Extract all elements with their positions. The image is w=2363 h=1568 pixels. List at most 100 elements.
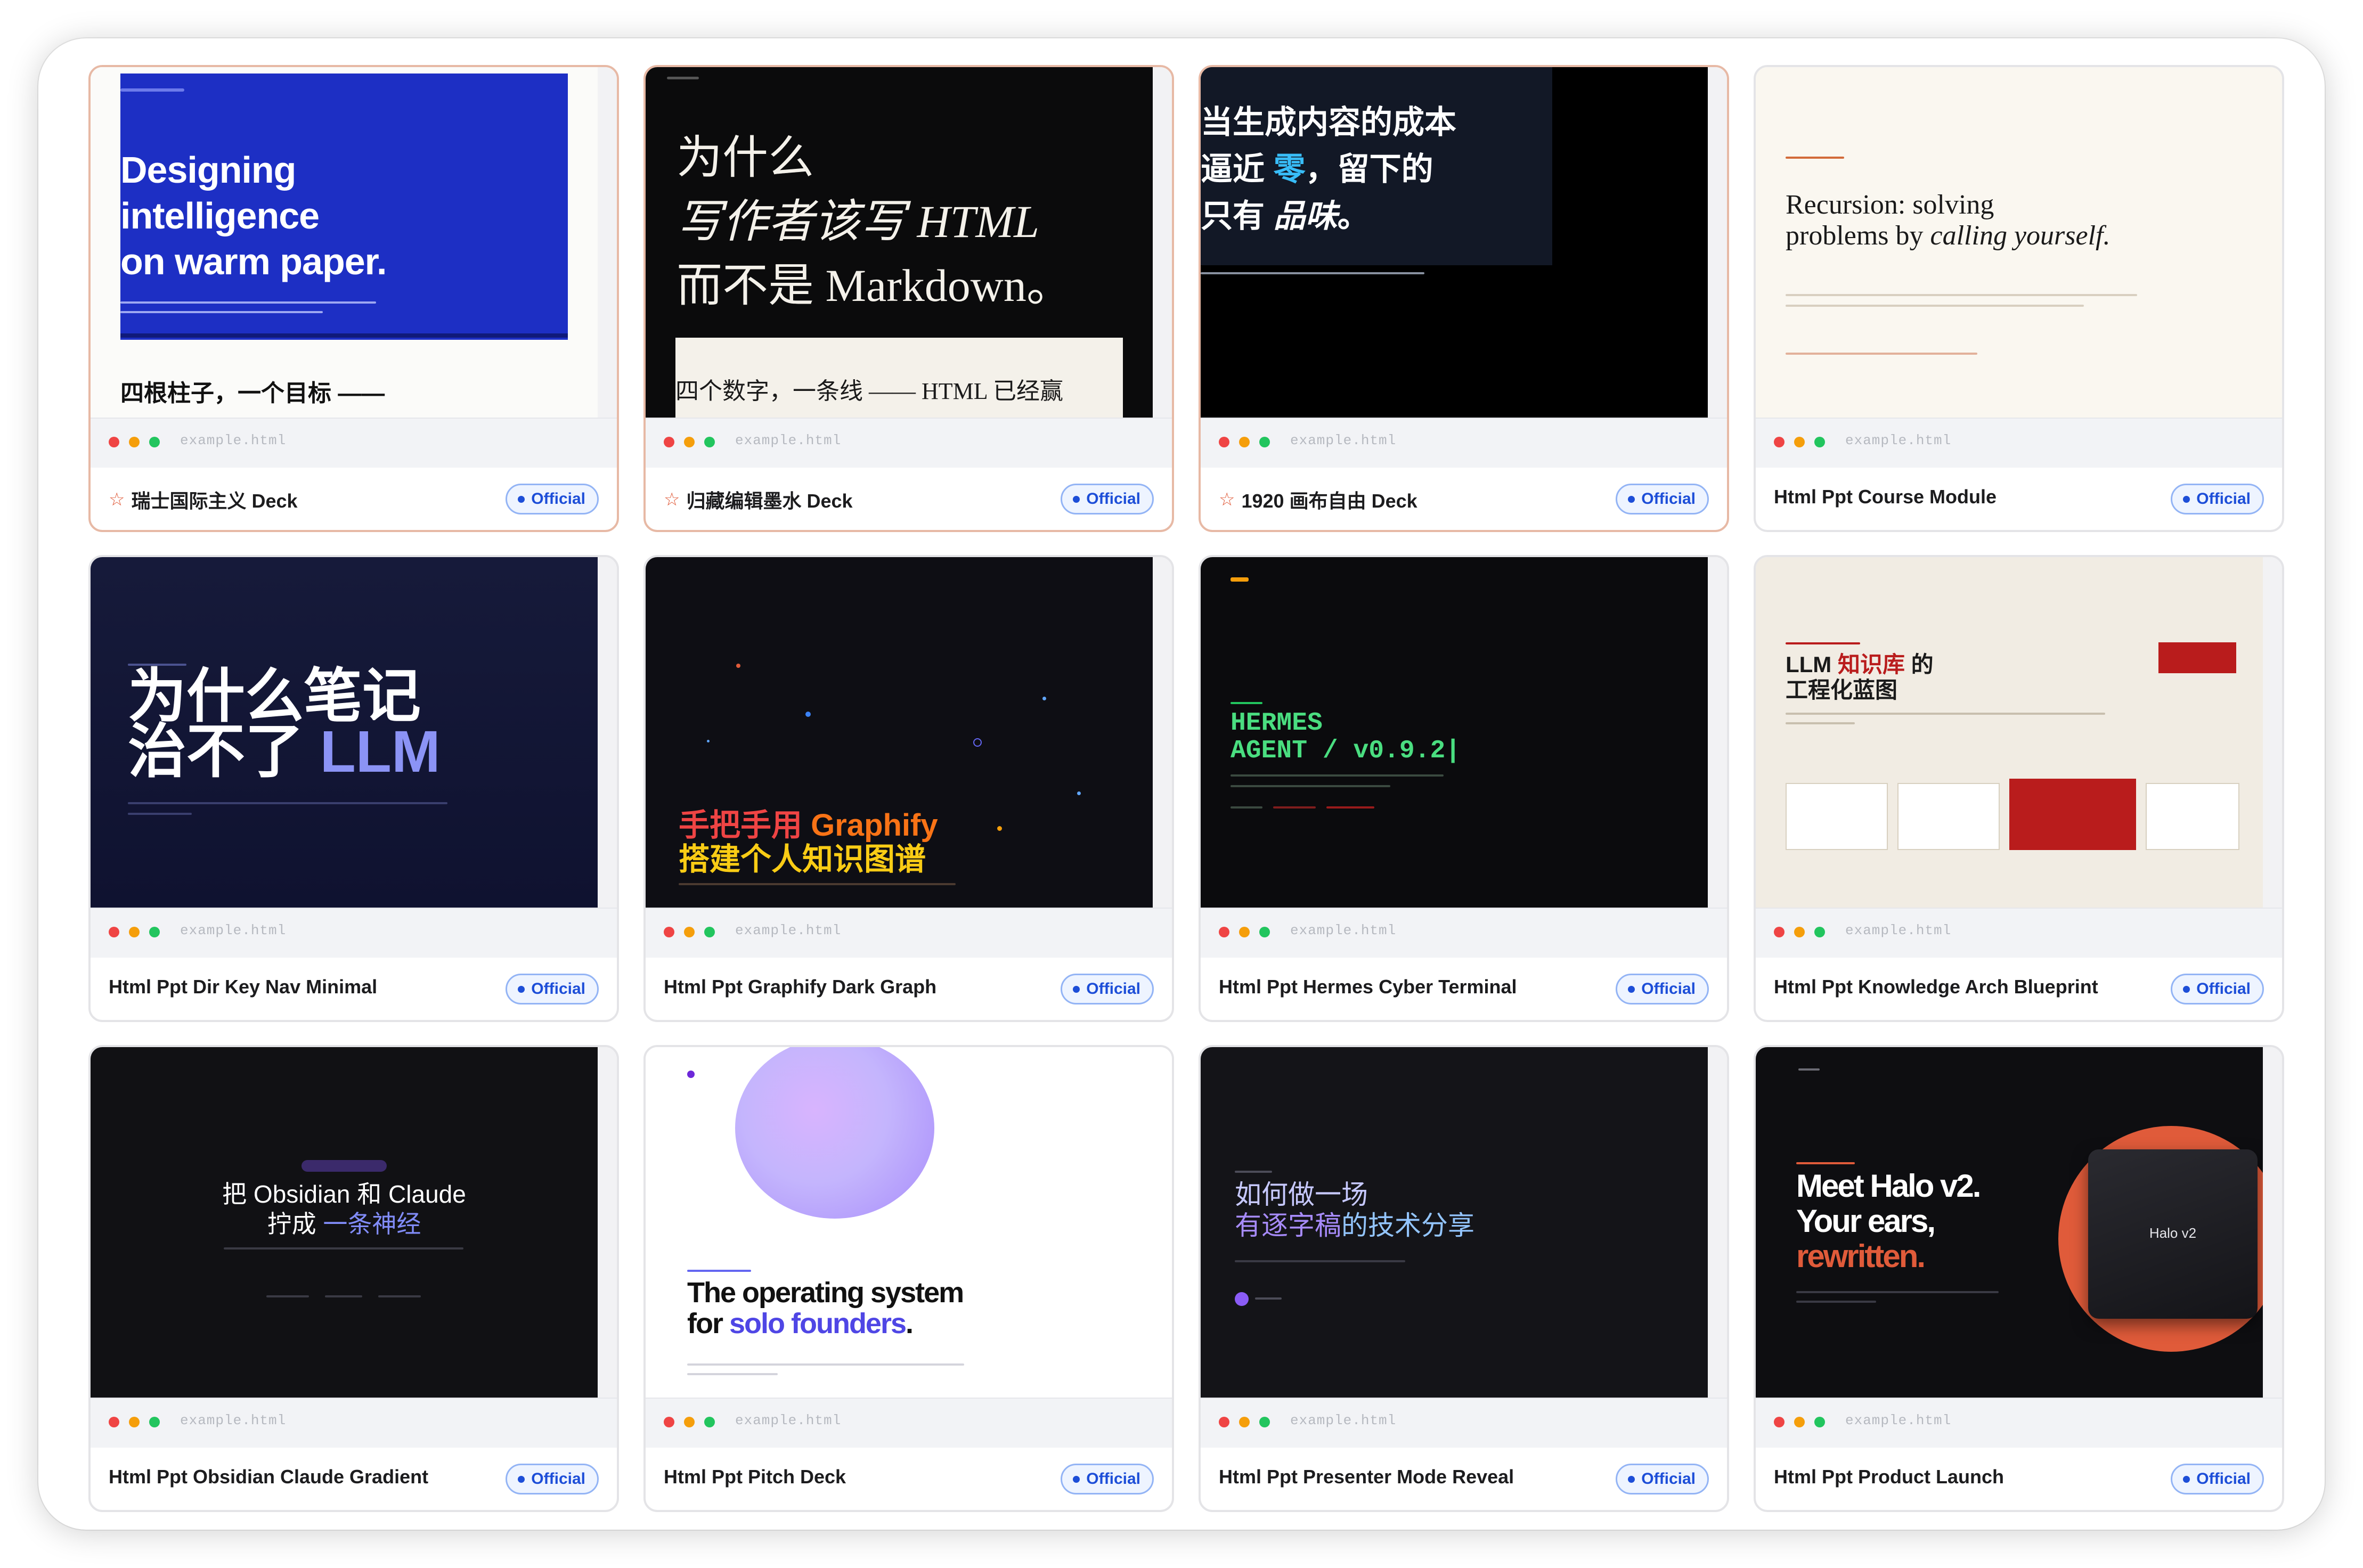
star-outline-icon: ☆ (664, 489, 680, 510)
card-title[interactable]: ☆ 归藏编辑墨水 Deck (664, 486, 853, 513)
minimize-dot-icon (1239, 1417, 1250, 1427)
template-card[interactable]: Designing intelligence on warm paper. 四根… (88, 65, 619, 532)
minimize-dot-icon (129, 927, 140, 937)
official-badge: Official (1061, 974, 1154, 1005)
window-chrome: example.html (1756, 1398, 2282, 1448)
minimize-dot-icon (1239, 927, 1250, 937)
file-name: example.html (1290, 922, 1397, 938)
maximize-dot-icon (1259, 1417, 1270, 1427)
close-dot-icon (1774, 437, 1785, 447)
maximize-dot-icon (1814, 437, 1825, 447)
slide-heading: LLM 知识库 的 工程化蓝图 (1786, 652, 1934, 703)
template-card[interactable]: The operating system for solo founders. … (643, 1045, 1174, 1512)
window-chrome: example.html (1201, 908, 1727, 958)
card-thumbnail: HERMES AGENT / v0.9.2| (1201, 557, 1727, 908)
official-badge: Official (1616, 484, 1709, 514)
official-badge: Official (1061, 1464, 1154, 1494)
window-chrome: example.html (646, 1398, 1172, 1448)
maximize-dot-icon (704, 1417, 715, 1427)
minimize-dot-icon (1239, 437, 1250, 447)
card-thumbnail: 为什么 写作者该写 HTML 而不是 Markdown。 四个数字，一条线 ——… (646, 67, 1172, 418)
card-title[interactable]: ☆ 1920 画布自由 Deck (1219, 486, 1417, 513)
minimize-dot-icon (129, 437, 140, 447)
window-chrome: example.html (1756, 908, 2282, 958)
window-chrome: example.html (91, 418, 617, 468)
slide-heading: 为什么笔记 治不了 LLM (128, 664, 441, 785)
minimize-dot-icon (1794, 437, 1805, 447)
slide-subheading: 四个数字，一条线 —— HTML 已经赢 (675, 378, 1064, 404)
slide-heading: 手把手用 Graphify 搭建个人知识图谱 (679, 808, 938, 877)
minimize-dot-icon (1794, 1417, 1805, 1427)
card-thumbnail: 如何做一场 有逐字稿的技术分享 (1201, 1047, 1727, 1398)
close-dot-icon (1219, 927, 1229, 937)
card-title[interactable]: Html Ppt Hermes Cyber Terminal (1219, 976, 1517, 998)
window-chrome: example.html (646, 418, 1172, 468)
card-title[interactable]: Html Ppt Presenter Mode Reveal (1219, 1466, 1514, 1488)
card-thumbnail: Designing intelligence on warm paper. 四根… (91, 67, 617, 418)
close-dot-icon (664, 437, 674, 447)
official-badge: Official (2171, 484, 2264, 514)
card-title[interactable]: Html Ppt Dir Key Nav Minimal (109, 976, 377, 998)
card-thumbnail: LLM 知识库 的 工程化蓝图 (1756, 557, 2282, 908)
file-name: example.html (735, 1412, 842, 1428)
card-thumbnail: 手把手用 Graphify 搭建个人知识图谱 (646, 557, 1172, 908)
card-title[interactable]: Html Ppt Graphify Dark Graph (664, 976, 936, 998)
template-card[interactable]: Meet Halo v2. Your ears, rewritten. Halo… (1754, 1045, 2284, 1512)
close-dot-icon (1219, 1417, 1229, 1427)
official-badge: Official (1616, 974, 1709, 1005)
close-dot-icon (109, 437, 119, 447)
official-badge: Official (506, 1464, 599, 1494)
minimize-dot-icon (1794, 927, 1805, 937)
gallery-frame: Designing intelligence on warm paper. 四根… (38, 38, 2325, 1530)
window-chrome: example.html (91, 908, 617, 958)
close-dot-icon (109, 927, 119, 937)
official-badge: Official (506, 484, 599, 514)
template-card[interactable]: Recursion: solving problems by calling y… (1754, 65, 2284, 532)
window-chrome: example.html (1756, 418, 2282, 468)
template-card[interactable]: 手把手用 Graphify 搭建个人知识图谱 example.html Html… (643, 555, 1174, 1022)
star-outline-icon: ☆ (1219, 489, 1235, 510)
close-dot-icon (1774, 927, 1785, 937)
template-card[interactable]: 如何做一场 有逐字稿的技术分享 example.html Html Ppt Pr… (1199, 1045, 1729, 1512)
file-name: example.html (1845, 432, 1952, 448)
card-title[interactable]: Html Ppt Knowledge Arch Blueprint (1774, 976, 2098, 998)
template-card[interactable]: 把 Obsidian 和 Claude 拧成 一条神经 example.html… (88, 1045, 619, 1512)
official-badge: Official (506, 974, 599, 1005)
template-card[interactable]: 为什么笔记 治不了 LLM example.html Html Ppt Dir … (88, 555, 619, 1022)
template-card[interactable]: HERMES AGENT / v0.9.2| example.html Html… (1199, 555, 1729, 1022)
card-title[interactable]: Html Ppt Product Launch (1774, 1466, 2004, 1488)
template-card[interactable]: 为什么 写作者该写 HTML 而不是 Markdown。 四个数字，一条线 ——… (643, 65, 1174, 532)
maximize-dot-icon (1259, 927, 1270, 937)
close-dot-icon (1774, 1417, 1785, 1427)
slide-heading: Recursion: solving problems by calling y… (1786, 190, 2111, 251)
card-thumbnail: 为什么笔记 治不了 LLM (91, 557, 617, 908)
minimize-dot-icon (684, 1417, 695, 1427)
close-dot-icon (1219, 437, 1229, 447)
official-badge: Official (2171, 974, 2264, 1005)
file-name: example.html (1845, 1412, 1952, 1428)
template-card[interactable]: LLM 知识库 的 工程化蓝图 example.html Html Ppt Kn… (1754, 555, 2284, 1022)
slide-heading: 当生成内容的成本 逼近 零，留下的 只有 品味。 (1201, 104, 1456, 234)
card-thumbnail: The operating system for solo founders. (646, 1047, 1172, 1398)
file-name: example.html (735, 432, 842, 448)
template-card[interactable]: 当生成内容的成本 逼近 零，留下的 只有 品味。 example.html ☆ 1… (1199, 65, 1729, 532)
file-name: example.html (1290, 1412, 1397, 1428)
card-title[interactable]: Html Ppt Pitch Deck (664, 1466, 846, 1488)
maximize-dot-icon (149, 437, 160, 447)
card-thumbnail: Recursion: solving problems by calling y… (1756, 67, 2282, 418)
maximize-dot-icon (149, 927, 160, 937)
file-name: example.html (180, 922, 287, 938)
card-title[interactable]: Html Ppt Obsidian Claude Gradient (109, 1466, 428, 1488)
file-name: example.html (735, 922, 842, 938)
card-thumbnail: 把 Obsidian 和 Claude 拧成 一条神经 (91, 1047, 617, 1398)
star-outline-icon: ☆ (109, 489, 125, 510)
maximize-dot-icon (149, 1417, 160, 1427)
file-name: example.html (180, 1412, 287, 1428)
slide-heading: Designing intelligence on warm paper. (120, 149, 387, 282)
card-title[interactable]: ☆ 瑞士国际主义 Deck (109, 486, 298, 513)
maximize-dot-icon (704, 927, 715, 937)
card-thumbnail: Meet Halo v2. Your ears, rewritten. Halo… (1756, 1047, 2282, 1398)
window-chrome: example.html (1201, 1398, 1727, 1448)
close-dot-icon (664, 1417, 674, 1427)
card-title[interactable]: Html Ppt Course Module (1774, 486, 1997, 508)
